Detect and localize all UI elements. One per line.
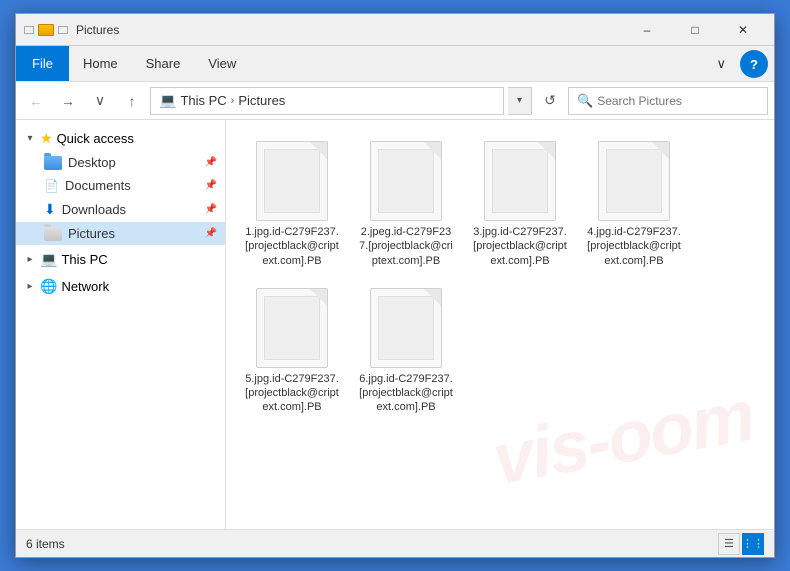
sidebar-section-this-pc: ▸ 💻 This PC xyxy=(16,247,225,272)
file-thumb-inner xyxy=(492,149,548,213)
main-content: ▾ ★ Quick access Desktop 📌 📄 Documents 📌… xyxy=(16,120,774,529)
pin-icon-documents: 📌 xyxy=(205,180,217,191)
file-name-label: 3.jpg.id-C279F237.[projectblack@criptext… xyxy=(471,225,569,268)
title-bar: Pictures ‒ □ ✕ xyxy=(16,14,774,46)
sidebar-network-label: Network xyxy=(61,279,109,294)
window-title: Pictures xyxy=(76,23,624,37)
sidebar-downloads-label: Downloads xyxy=(62,202,126,217)
file-thumbnail xyxy=(256,141,328,221)
file-thumbnail xyxy=(598,141,670,221)
file-thumb-inner xyxy=(606,149,662,213)
pictures-folder-icon xyxy=(44,227,62,241)
list-item[interactable]: 6.jpg.id-C279F237.[projectblack@criptext… xyxy=(352,279,460,420)
sidebar-this-pc-label: This PC xyxy=(61,252,107,267)
quick-access-star-icon: ★ xyxy=(40,130,53,147)
menu-view-button[interactable]: View xyxy=(194,46,250,81)
pin-icon-downloads: 📌 xyxy=(205,204,217,215)
path-sep1: › xyxy=(231,95,235,107)
list-item[interactable]: 4.jpg.id-C279F237.[projectblack@criptext… xyxy=(580,132,688,273)
minimize-button[interactable]: ‒ xyxy=(624,16,670,44)
recent-locations-button[interactable]: ∨ xyxy=(86,87,114,115)
details-view-button[interactable]: ☰ xyxy=(718,533,740,555)
sidebar-desktop-label: Desktop xyxy=(68,155,116,170)
sidebar-section-network: ▸ 🌐 Network xyxy=(16,274,225,299)
status-bar: 6 items ☰ ⋮⋮ xyxy=(16,529,774,557)
file-thumb-inner xyxy=(378,296,434,360)
close-button[interactable]: ✕ xyxy=(720,16,766,44)
file-thumb-inner xyxy=(264,149,320,213)
quick-access-arrow: ▾ xyxy=(24,133,36,144)
desktop-folder-icon xyxy=(44,156,62,170)
search-box[interactable]: 🔍 xyxy=(568,87,768,115)
file-area: vis-oom 1.jpg.id-C279F237.[projectblack@… xyxy=(226,120,774,529)
pin-icon-pictures: 📌 xyxy=(205,228,217,239)
menu-home-button[interactable]: Home xyxy=(69,46,132,81)
up-button[interactable]: ↑ xyxy=(118,87,146,115)
sidebar-network-header[interactable]: ▸ 🌐 Network xyxy=(16,274,225,299)
forward-button[interactable]: → xyxy=(54,87,82,115)
quick-access-label: Quick access xyxy=(57,131,134,146)
file-name-label: 5.jpg.id-C279F237.[projectblack@criptext… xyxy=(243,372,341,415)
address-path[interactable]: 💻 This PC › Pictures xyxy=(150,87,504,115)
sidebar-item-pictures[interactable]: Pictures 📌 xyxy=(16,222,225,245)
network-sidebar-icon: 🌐 xyxy=(40,278,57,295)
file-name-label: 6.jpg.id-C279F237.[projectblack@criptext… xyxy=(357,372,455,415)
menu-share-button[interactable]: Share xyxy=(132,46,195,81)
list-item[interactable]: 2.jpeg.id-C279F237.[projectblack@criptex… xyxy=(352,132,460,273)
sidebar-pictures-label: Pictures xyxy=(68,226,115,241)
file-thumbnail xyxy=(256,288,328,368)
status-items-count: 6 items xyxy=(26,537,65,551)
pin-icon-desktop: 📌 xyxy=(205,157,217,168)
search-icon: 🔍 xyxy=(577,93,593,109)
list-item[interactable]: 1.jpg.id-C279F237.[projectblack@criptext… xyxy=(238,132,346,273)
menu-bar: File Home Share View ∨ ? xyxy=(16,46,774,82)
this-pc-icon: 💻 xyxy=(159,92,176,109)
this-pc-label: This PC xyxy=(180,93,226,108)
sidebar-item-documents[interactable]: 📄 Documents 📌 xyxy=(16,174,225,197)
sidebar-this-pc-header[interactable]: ▸ 💻 This PC xyxy=(16,247,225,272)
sidebar-section-quick-access: ▾ ★ Quick access Desktop 📌 📄 Documents 📌… xyxy=(16,126,225,245)
downloads-folder-icon: ⬇ xyxy=(44,201,56,218)
file-name-label: 2.jpeg.id-C279F237.[projectblack@criptex… xyxy=(357,225,455,268)
file-name-label: 4.jpg.id-C279F237.[projectblack@criptext… xyxy=(585,225,683,268)
tb-small-icon2 xyxy=(58,26,68,34)
file-thumb-inner xyxy=(378,149,434,213)
address-dropdown-button[interactable]: ▾ xyxy=(508,87,532,115)
menu-help-button[interactable]: ? xyxy=(740,50,768,78)
file-explorer-window: Pictures ‒ □ ✕ File Home Share View ∨ ? … xyxy=(15,13,775,558)
back-button[interactable]: ← xyxy=(22,87,50,115)
file-name-label: 1.jpg.id-C279F237.[projectblack@criptext… xyxy=(243,225,341,268)
search-input[interactable] xyxy=(597,94,759,108)
menu-file-button[interactable]: File xyxy=(16,46,69,81)
address-bar: ← → ∨ ↑ 💻 This PC › Pictures ▾ ↺ 🔍 xyxy=(16,82,774,120)
this-pc-arrow: ▸ xyxy=(24,254,36,265)
tb-folder-icon xyxy=(38,24,54,36)
title-bar-icon xyxy=(24,24,68,36)
documents-folder-icon: 📄 xyxy=(44,179,59,193)
file-thumbnail xyxy=(370,141,442,221)
list-item[interactable]: 5.jpg.id-C279F237.[projectblack@criptext… xyxy=(238,279,346,420)
sidebar-item-downloads[interactable]: ⬇ Downloads 📌 xyxy=(16,197,225,222)
pictures-path-label: Pictures xyxy=(238,93,285,108)
maximize-button[interactable]: □ xyxy=(672,16,718,44)
file-thumbnail xyxy=(370,288,442,368)
network-arrow: ▸ xyxy=(24,281,36,292)
files-grid: 1.jpg.id-C279F237.[projectblack@criptext… xyxy=(234,128,766,424)
refresh-button[interactable]: ↺ xyxy=(536,87,564,115)
menu-expand-button[interactable]: ∨ xyxy=(708,46,734,81)
this-pc-sidebar-icon: 💻 xyxy=(40,251,57,268)
list-item[interactable]: 3.jpg.id-C279F237.[projectblack@criptext… xyxy=(466,132,574,273)
sidebar-documents-label: Documents xyxy=(65,178,131,193)
sidebar-quick-access-header[interactable]: ▾ ★ Quick access xyxy=(16,126,225,151)
view-controls: ☰ ⋮⋮ xyxy=(718,533,764,555)
file-thumbnail xyxy=(484,141,556,221)
title-bar-controls: ‒ □ ✕ xyxy=(624,16,766,44)
large-icons-view-button[interactable]: ⋮⋮ xyxy=(742,533,764,555)
tb-small-icon xyxy=(24,26,34,34)
sidebar: ▾ ★ Quick access Desktop 📌 📄 Documents 📌… xyxy=(16,120,226,529)
file-thumb-inner xyxy=(264,296,320,360)
sidebar-item-desktop[interactable]: Desktop 📌 xyxy=(16,151,225,174)
